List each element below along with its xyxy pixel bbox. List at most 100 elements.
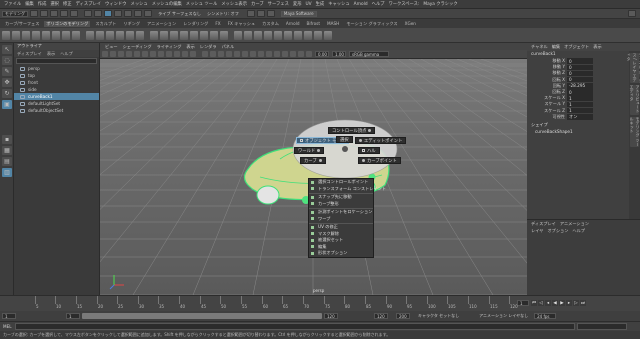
menu-16[interactable]: キャッシュ bbox=[328, 1, 349, 7]
step-forward-key-icon[interactable]: ▷ bbox=[573, 300, 579, 306]
menu-18[interactable]: ヘルプ bbox=[372, 1, 385, 7]
workspace-dropdown[interactable]: Maya クラシック bbox=[423, 1, 457, 7]
live-surface-label[interactable]: ライブ サーフェスなし bbox=[158, 11, 201, 17]
detach-curves-icon[interactable] bbox=[244, 30, 252, 40]
safe-action-icon[interactable] bbox=[182, 51, 188, 57]
node-name[interactable]: curveBack1 bbox=[527, 51, 629, 58]
cv-curve-icon[interactable] bbox=[22, 30, 30, 40]
rebuild-curve-icon[interactable] bbox=[264, 30, 272, 40]
shelf-tab[interactable]: モーション グラフィックス bbox=[344, 21, 399, 27]
resolution-gate-icon[interactable] bbox=[158, 51, 164, 57]
context-menu-item[interactable]: カーブ整形 bbox=[309, 201, 373, 208]
outliner-item[interactable]: curveBack1 bbox=[14, 93, 99, 100]
isolate-select-icon[interactable] bbox=[282, 51, 288, 57]
image-plane-icon[interactable] bbox=[134, 51, 140, 57]
nurbs-square-icon[interactable] bbox=[12, 30, 20, 40]
radial-item-curve-point[interactable]: カーブポイント bbox=[358, 157, 401, 164]
viewport-menu-item[interactable]: レンダラ bbox=[200, 44, 217, 50]
character-set-label[interactable]: キャラクタ セットなし bbox=[418, 313, 459, 319]
play-backwards-icon[interactable]: ◀ bbox=[552, 300, 558, 306]
radial-item-curve[interactable]: カーブ bbox=[300, 157, 326, 164]
channel-box-tab[interactable]: 表示 bbox=[593, 44, 601, 50]
attribute-value[interactable]: オン bbox=[567, 114, 593, 120]
new-scene-icon[interactable] bbox=[30, 10, 38, 17]
radial-item-cv[interactable]: コントロール頂点 bbox=[328, 127, 376, 134]
attribute-value[interactable]: -28.295 bbox=[567, 83, 593, 89]
outliner-search-field[interactable] bbox=[16, 58, 97, 64]
viewport-menu-item[interactable]: ライティング bbox=[157, 44, 182, 50]
command-language-label[interactable]: MEL bbox=[3, 324, 15, 329]
duplicate-surface-curve-icon[interactable] bbox=[294, 30, 302, 40]
film-gate-icon[interactable] bbox=[150, 51, 156, 57]
gamma-field[interactable]: 1.00 bbox=[332, 51, 346, 57]
shelf-tab[interactable]: レンダリング bbox=[181, 21, 210, 27]
shelf-tab[interactable]: ポリゴンのモデリング bbox=[44, 20, 91, 27]
save-scene-icon[interactable] bbox=[50, 10, 58, 17]
shelf-tab[interactable]: Arnold bbox=[284, 21, 302, 26]
safe-title-icon[interactable] bbox=[190, 51, 196, 57]
menu-2[interactable]: 作成 bbox=[38, 1, 47, 7]
wireframe-icon[interactable] bbox=[202, 51, 208, 57]
shelf-tab[interactable]: FX bbox=[213, 21, 222, 26]
context-menu-item[interactable]: トランスフォーム コンストレイント bbox=[309, 186, 386, 193]
shelf-tab[interactable]: リギング bbox=[121, 21, 142, 27]
xray-joints-icon[interactable] bbox=[298, 51, 304, 57]
wireframe-on-shaded-icon[interactable] bbox=[218, 51, 224, 57]
menu-1[interactable]: 編集 bbox=[25, 1, 34, 7]
start-time-field[interactable]: 1 bbox=[2, 313, 16, 319]
trim-tool-icon[interactable] bbox=[324, 30, 332, 40]
play-forwards-icon[interactable]: ▶ bbox=[559, 300, 565, 306]
attribute-value[interactable]: 0 bbox=[567, 76, 593, 83]
outliner-menu-item[interactable]: ヘルプ bbox=[60, 51, 73, 57]
snap-view-plane-icon[interactable] bbox=[144, 10, 152, 17]
viewport-menu-item[interactable]: パネル bbox=[222, 44, 235, 50]
rotate-tool-icon[interactable]: ↻ bbox=[2, 89, 12, 98]
outliner-item[interactable]: defaultLightSet bbox=[14, 100, 99, 107]
intersect-icon[interactable] bbox=[314, 30, 322, 40]
shelf-tab[interactable]: アニメーション bbox=[145, 21, 178, 27]
menu-3[interactable]: 選択 bbox=[50, 1, 59, 7]
select-hierarchy-icon[interactable] bbox=[84, 10, 92, 17]
max-time-field[interactable]: 200 bbox=[396, 313, 410, 319]
redo-icon[interactable] bbox=[70, 10, 78, 17]
camera-attributes-icon[interactable] bbox=[118, 51, 124, 57]
step-back-frame-icon[interactable]: ◂ bbox=[545, 300, 551, 306]
perspective-viewport[interactable]: persp コントロール頂点 エディットポイント ハル カーブポイント オブジェ… bbox=[100, 59, 527, 295]
xray-icon[interactable] bbox=[290, 51, 296, 57]
menu-9[interactable]: メッシュ ツール bbox=[186, 1, 217, 7]
xray-components-icon[interactable] bbox=[306, 51, 312, 57]
outliner-layout-icon[interactable]: ▥ bbox=[2, 168, 12, 177]
nurbs-cylinder-icon[interactable] bbox=[106, 30, 114, 40]
open-close-curve-icon[interactable] bbox=[284, 30, 292, 40]
render-settings-icon[interactable] bbox=[266, 10, 275, 17]
attribute-value[interactable]: 0 bbox=[567, 70, 593, 77]
motion-blur-icon[interactable] bbox=[258, 51, 264, 57]
outliner-item[interactable]: side bbox=[14, 86, 99, 93]
nurbs-circle-icon[interactable] bbox=[2, 30, 10, 40]
attribute-value[interactable]: 1 bbox=[567, 107, 593, 114]
use-all-lights-icon[interactable] bbox=[234, 51, 240, 57]
ipr-render-icon[interactable] bbox=[256, 10, 265, 17]
radial-item-select[interactable]: 選択 bbox=[336, 136, 353, 143]
sidebar-toggle-icon[interactable] bbox=[628, 10, 636, 17]
channel-box-tab[interactable]: 編集 bbox=[552, 44, 560, 50]
anti-aliasing-icon[interactable] bbox=[266, 51, 272, 57]
range-end-field[interactable]: 120 bbox=[324, 313, 338, 319]
range-start-field[interactable]: 1 bbox=[66, 313, 80, 319]
nurbs-torus-icon[interactable] bbox=[136, 30, 144, 40]
renderer-dropdown[interactable]: Maya Software bbox=[280, 10, 317, 17]
grid-toggle-icon[interactable] bbox=[142, 51, 148, 57]
render-frame-icon[interactable] bbox=[246, 10, 255, 17]
outliner-item[interactable]: top bbox=[14, 72, 99, 79]
move-tool-icon[interactable]: ✥ bbox=[2, 78, 12, 87]
loft-icon[interactable] bbox=[160, 30, 168, 40]
radial-item-edit-point[interactable]: エディットポイント bbox=[355, 137, 407, 144]
go-to-end-icon[interactable]: ⏭ bbox=[580, 300, 586, 306]
viewport-menu-item[interactable]: ビュー bbox=[105, 44, 118, 50]
outliner-item[interactable]: persp bbox=[14, 65, 99, 72]
menu-17[interactable]: Arnold bbox=[354, 2, 368, 7]
shape-name[interactable]: curveBackShape1 bbox=[527, 129, 629, 136]
menu-15[interactable]: 生成 bbox=[316, 1, 325, 7]
menu-6[interactable]: ウィンドウ bbox=[105, 1, 126, 7]
outliner-item[interactable]: defaultObjectSet bbox=[14, 107, 99, 114]
